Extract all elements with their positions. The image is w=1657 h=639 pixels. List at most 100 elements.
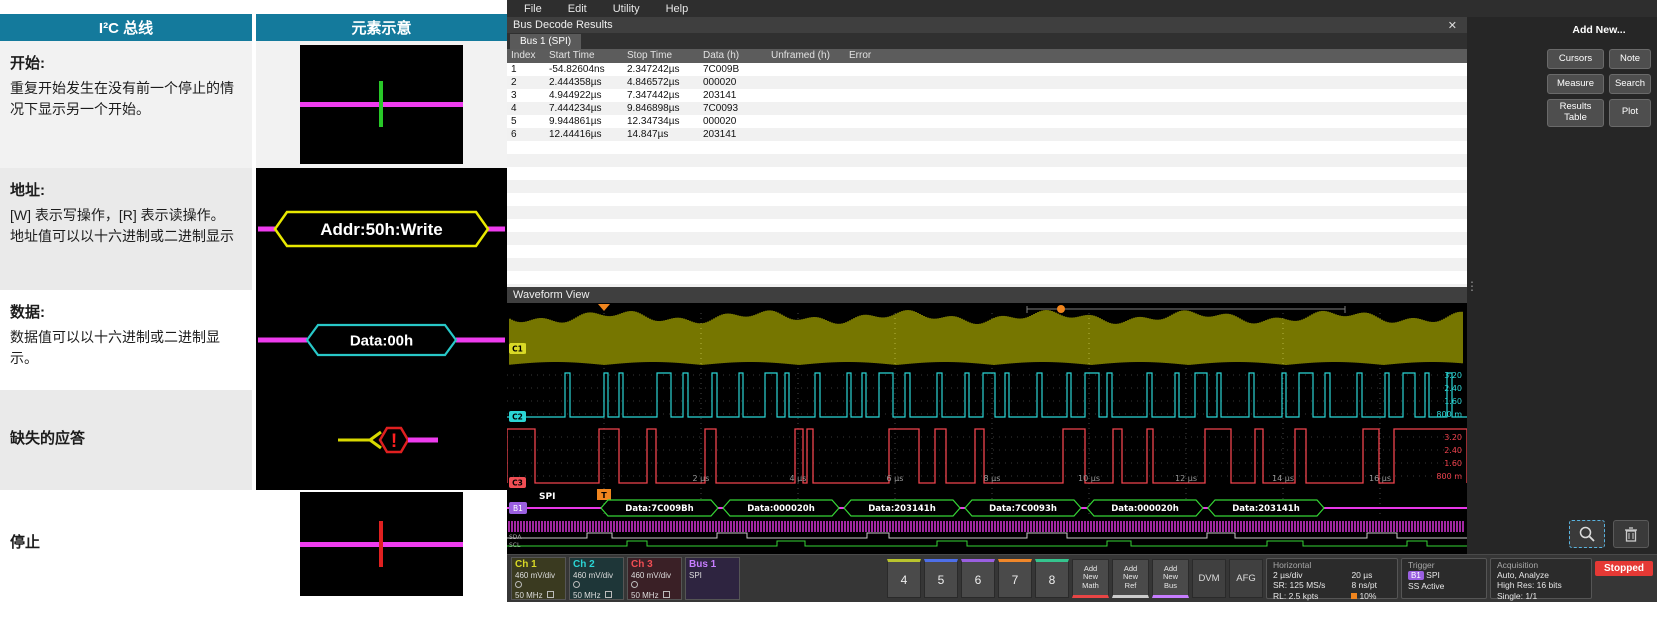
menu-edit[interactable]: Edit (555, 3, 600, 15)
svg-text:C3: C3 (512, 479, 523, 488)
svg-text:SPI: SPI (539, 492, 555, 502)
table-row[interactable]: 22.444358µs4.846572µs000020 (507, 76, 1467, 89)
channel-button-4[interactable]: 4 (887, 559, 921, 598)
col-stop-time: Stop Time (623, 49, 699, 63)
sidebar-results-table-button[interactable]: Results Table (1547, 99, 1604, 127)
position-marker-icon (1057, 305, 1065, 313)
col-data-h: Data (h) (699, 49, 767, 63)
channel-button-5[interactable]: 5 (924, 559, 958, 598)
tab-bus1-spi[interactable]: Bus 1 (SPI) (510, 34, 581, 49)
decode-table-header: IndexStart TimeStop TimeData (h)Unframed… (507, 49, 1467, 63)
doc-row-start-symbol (256, 41, 507, 168)
svg-text:Data:203141h: Data:203141h (868, 504, 936, 514)
channel-button-7[interactable]: 7 (998, 559, 1032, 598)
stop-symbol-icon (300, 492, 463, 596)
add-new-bus-button[interactable]: AddNewBus (1152, 559, 1189, 598)
svg-text:3.20: 3.20 (1444, 433, 1462, 442)
panel-splitter[interactable]: ⋮ (1467, 17, 1477, 554)
table-row[interactable]: 34.944922µs7.347442µs203141 (507, 89, 1467, 102)
sidebar-plot-button[interactable]: Plot (1609, 99, 1651, 127)
svg-text:Data:7C0093h: Data:7C0093h (989, 504, 1057, 514)
svg-text:C1: C1 (512, 345, 523, 354)
svg-text:!: ! (391, 431, 397, 452)
table-row[interactable]: 1-54.82604ns2.347242µs7C009B (507, 63, 1467, 76)
sidebar-search-button[interactable]: Search (1609, 74, 1651, 94)
app-root: I²C 总线 元素示意 开始:重复开始发生在没有前一个停止的情况下显示另一个开始… (0, 0, 1657, 639)
channel-badge-ch-3[interactable]: Ch 3460 mV/div50 MHz (627, 557, 682, 600)
add-new-ref-button[interactable]: AddNewRef (1112, 559, 1149, 598)
doc-table: I²C 总线 元素示意 开始:重复开始发生在没有前一个停止的情况下显示另一个开始… (0, 14, 507, 598)
acquisition-title: Acquisition (1497, 560, 1585, 570)
channel-button-8[interactable]: 8 (1035, 559, 1069, 598)
svg-text:Data:7C009Bh: Data:7C009Bh (625, 504, 693, 514)
menu-file[interactable]: File (511, 3, 555, 15)
svg-text:800 m: 800 m (1436, 410, 1462, 419)
sidebar-buttons: CursorsNoteMeasureSearchResults TablePlo… (1547, 49, 1651, 127)
waveform-title: Waveform View (513, 289, 589, 301)
svg-text:SDA: SDA (509, 534, 522, 541)
trigger-panel[interactable]: Trigger B1 SPI SS Active (1401, 558, 1487, 599)
svg-text:Data:000020h: Data:000020h (747, 504, 815, 514)
add-new-title: Add New... (1547, 24, 1651, 36)
close-icon[interactable]: ✕ (1444, 19, 1461, 32)
table-row[interactable]: 612.44416µs14.847µs203141 (507, 128, 1467, 141)
decode-titlebar: Bus Decode Results ✕ (507, 17, 1467, 33)
svg-text:Addr:50h:Write: Addr:50h:Write (320, 220, 442, 239)
trigger-position-icon (598, 304, 610, 311)
svg-text:14 µs: 14 µs (1272, 474, 1294, 483)
scope-ui: FileEditUtilityHelp Bus Decode Results ✕… (507, 0, 1657, 602)
sidebar-note-button[interactable]: Note (1609, 49, 1651, 69)
addr-symbol-icon: Addr:50h:Write (256, 168, 507, 290)
trigger-source-badge: B1 (1408, 571, 1424, 580)
decode-title: Bus Decode Results (513, 19, 613, 31)
svg-text:B1: B1 (513, 504, 523, 513)
bus-badge-bus-1[interactable]: Bus 1SPI (685, 557, 740, 600)
table-row[interactable]: 59.944861µs12.34734µs000020 (507, 115, 1467, 128)
sidebar-cursors-button[interactable]: Cursors (1547, 49, 1604, 69)
svg-text:Data:203141h: Data:203141h (1232, 504, 1300, 514)
svg-text:4 µs: 4 µs (790, 474, 807, 483)
afg-button[interactable]: AFG (1229, 559, 1263, 598)
ch1-trace[interactable] (510, 310, 1462, 365)
doc-row-missing-ack-text: 缺失的应答 (0, 390, 252, 490)
probe-icon (573, 581, 580, 588)
table-row[interactable]: 47.444234µs9.846898µs7C0093 (507, 102, 1467, 115)
col-error: Error (845, 49, 1467, 63)
digital-trace-sda[interactable] (507, 533, 1467, 538)
horizontal-panel[interactable]: Horizontal 2 µs/div 20 µs SR: 125 MS/s 8… (1266, 558, 1398, 599)
trash-icon (1623, 526, 1639, 543)
channel-badge-ch-1[interactable]: Ch 1460 mV/div50 MHz (511, 557, 566, 600)
doc-row-start-text: 开始:重复开始发生在没有前一个停止的情况下显示另一个开始。 (0, 41, 252, 168)
doc-row-stop-text: 停止 (0, 490, 252, 598)
col-index: Index (507, 49, 545, 63)
menu-help[interactable]: Help (653, 3, 702, 15)
acquisition-panel[interactable]: Acquisition Auto, Analyze High Res: 16 b… (1490, 558, 1592, 599)
svg-text:T: T (601, 491, 607, 500)
dvm-button[interactable]: DVM (1192, 559, 1226, 598)
stopped-badge[interactable]: Stopped (1595, 561, 1653, 576)
decode-table-body: 1-54.82604ns2.347242µs7C009B22.444358µs4… (507, 63, 1467, 141)
digital-trace-scl[interactable] (507, 541, 1467, 546)
channel-badge-ch-2[interactable]: Ch 2460 mV/div50 MHz (569, 557, 624, 600)
add-new-math-button[interactable]: AddNewMath (1072, 559, 1109, 598)
svg-text:3.20: 3.20 (1444, 371, 1462, 380)
channel-button-6[interactable]: 6 (961, 559, 995, 598)
doc-row-missing-ack-symbol: ! (256, 390, 507, 490)
svg-text:2.40: 2.40 (1444, 446, 1462, 455)
svg-text:2 µs: 2 µs (693, 474, 710, 483)
trash-button[interactable] (1613, 520, 1649, 548)
waveform-canvas[interactable]: 3.202.401.60800 m3.202.401.60800 m2 µs4 … (507, 303, 1467, 554)
bus-decode-results-panel: Bus Decode Results ✕ Bus 1 (SPI) IndexSt… (507, 17, 1467, 287)
ch2-trace[interactable] (507, 373, 1467, 417)
zoom-button[interactable] (1569, 520, 1605, 548)
menu-utility[interactable]: Utility (600, 3, 653, 15)
decode-tabbar: Bus 1 (SPI) (507, 33, 1467, 49)
svg-text:12 µs: 12 µs (1175, 474, 1197, 483)
bandwidth-icon (547, 591, 554, 598)
doc-row-address-symbol: Addr:50h:Write (256, 168, 507, 290)
col-start-time: Start Time (545, 49, 623, 63)
trigger-title: Trigger (1408, 560, 1480, 570)
svg-text:6 µs: 6 µs (887, 474, 904, 483)
sidebar-measure-button[interactable]: Measure (1547, 74, 1604, 94)
svg-text:10 µs: 10 µs (1078, 474, 1100, 483)
